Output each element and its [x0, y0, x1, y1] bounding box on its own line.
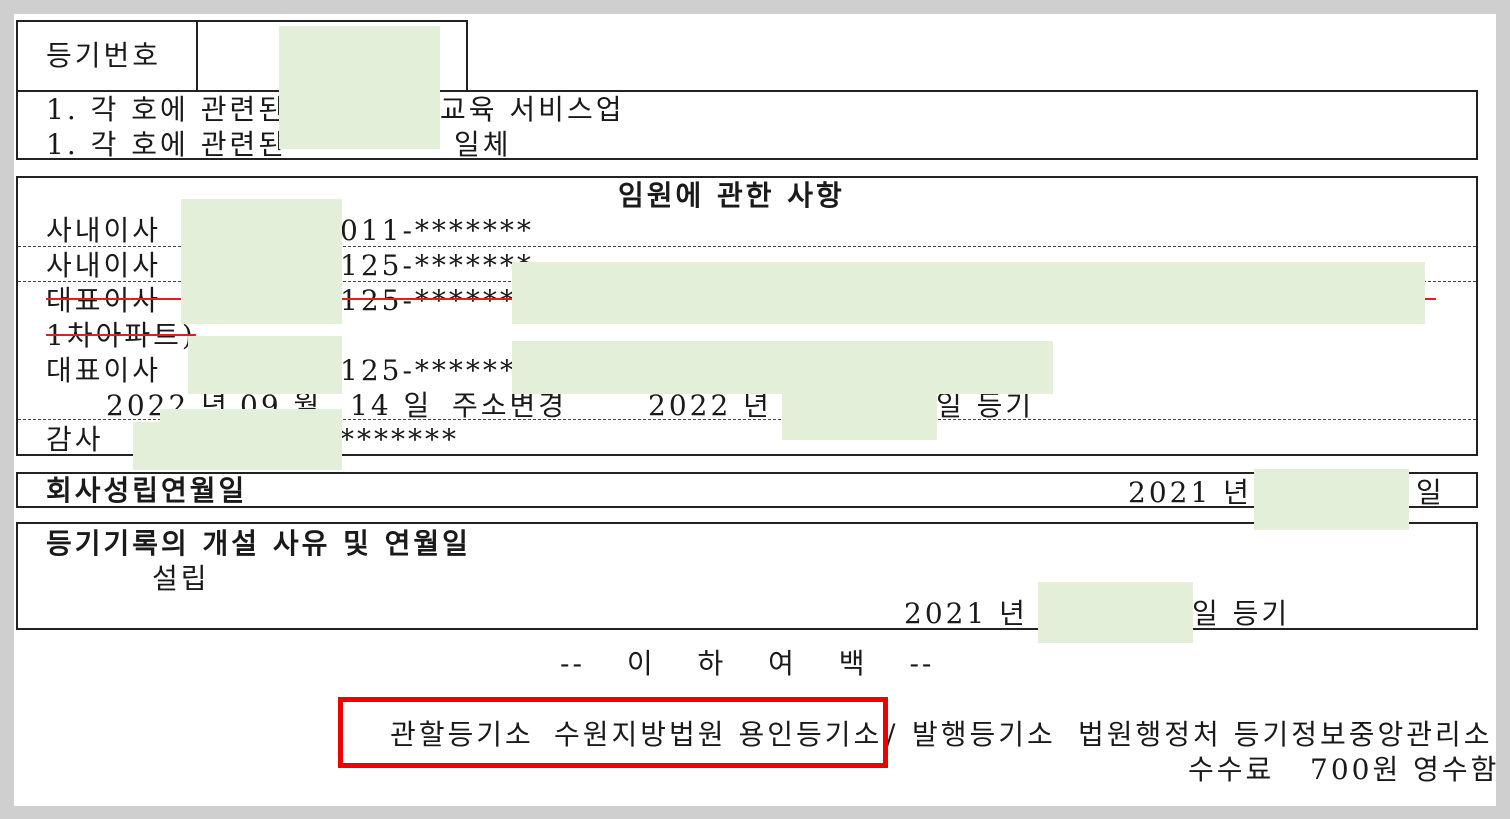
change-note-year2: 2022 년: [648, 389, 772, 422]
establishment-day: 일: [1416, 476, 1445, 509]
redaction-mask: [1038, 582, 1193, 643]
fee-label: 수수료: [1188, 753, 1275, 786]
fee-value: 700원 영수함: [1310, 753, 1500, 786]
redaction-mask: [133, 422, 342, 470]
officer-id-struck: 125-*******: [340, 284, 534, 317]
purpose-line-1a: 1. 각 호에 관련된: [46, 93, 287, 126]
officer-id: 011-*******: [340, 214, 534, 247]
redaction-mask: [512, 262, 1425, 324]
establishment-year: 2021 년: [1128, 476, 1252, 509]
redaction-mask: [181, 199, 342, 324]
change-note-day: 14 일: [350, 389, 433, 422]
issuer-label: 발행등기소: [912, 718, 1056, 751]
officers-title: 임원에 관한 사항: [618, 179, 845, 212]
officer-id: *******: [340, 423, 459, 456]
redaction-mask: [188, 336, 342, 394]
record-year: 2021 년: [904, 597, 1028, 630]
end-mark: -- 이 하 여 백 --: [560, 647, 935, 680]
jurisdiction-highlight: [338, 697, 888, 768]
purpose-line-2b: 일체: [454, 128, 512, 161]
officer-id: 125-*******: [340, 249, 534, 282]
registration-number-divider: [196, 20, 198, 92]
establishment-label: 회사성립연월일: [46, 474, 248, 507]
redaction-mask: [782, 385, 937, 440]
registration-number-label: 등기번호: [46, 39, 162, 72]
record-reason: 설립: [152, 562, 210, 595]
officer-role: 사내이사: [46, 249, 162, 282]
officer-role-struck: 대표이사: [46, 284, 162, 317]
purpose-line-1b: 교육 서비스업: [440, 93, 625, 126]
change-note-event: 주소변경: [452, 389, 568, 422]
change-note-tail: 일 등기: [936, 389, 1035, 422]
officer-role: 대표이사: [46, 354, 162, 387]
redaction-mask: [279, 26, 440, 149]
officer-role: 사내이사: [46, 214, 162, 247]
purpose-line-2a: 1. 각 호에 관련된: [46, 128, 287, 161]
record-label: 등기기록의 개설 사유 및 연월일: [46, 527, 471, 560]
strikethrough-line: [46, 334, 196, 336]
officer-address-struck: 1차아파트): [46, 319, 196, 352]
officer-id: 125-*******: [340, 354, 534, 387]
record-tail: 일 등기: [1192, 597, 1291, 630]
issuer-value: 법원행정처 등기정보중앙관리소: [1078, 718, 1493, 751]
redaction-mask: [1254, 469, 1409, 530]
officer-role: 감사: [46, 423, 104, 456]
